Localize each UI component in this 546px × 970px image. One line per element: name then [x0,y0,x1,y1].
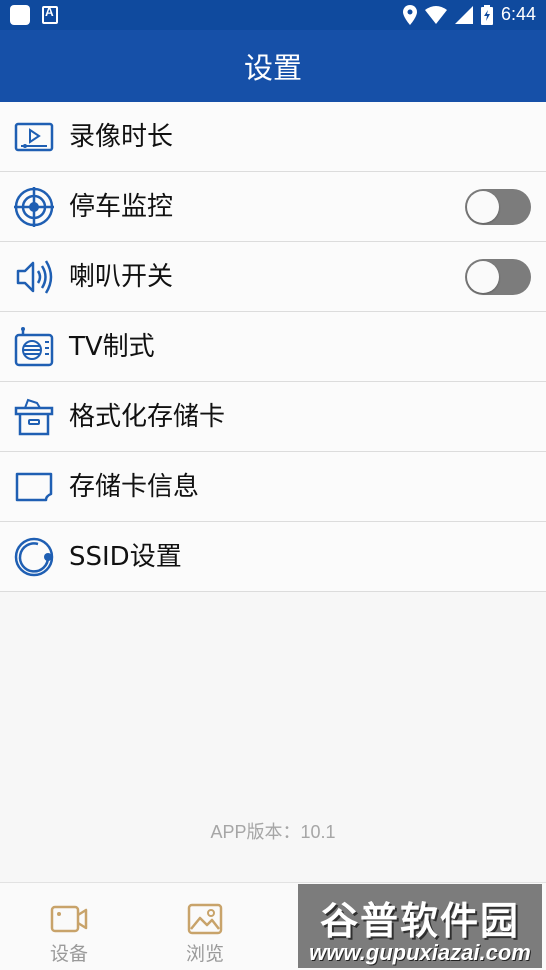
image-icon [187,903,223,935]
nav-label: 浏览 [185,943,224,965]
toggle-knob [467,191,499,223]
watermark: 谷普软件园 www.gupuxiazai.com [298,884,542,968]
box-icon [14,398,54,436]
wifi-icon [424,5,447,24]
page-title: 设置 [243,51,302,85]
ssid-icon [14,537,54,577]
app-bar: 设置 [0,30,546,102]
status-bar: 6:44 [0,0,546,30]
nav-item-device[interactable]: 设备 [19,903,119,966]
location-icon [402,4,417,25]
nav-item-browse[interactable]: 浏览 [155,903,255,966]
settings-row-tv-standard[interactable]: TV制式 [0,312,546,382]
status-time: 6:44 [500,4,536,24]
toggle-knob [467,261,499,293]
speaker-toggle[interactable] [465,259,531,295]
settings-list: 录像时长 停车监控 喇叭开关 TV制式 格式化存储卡 存储卡信息 SSID设置 [0,102,546,592]
signal-icon [454,5,473,24]
nav-label: 设备 [49,943,88,965]
settings-row-label: 存储卡信息 [69,472,200,502]
settings-row-label: 喇叭开关 [69,262,174,292]
notification-square-icon [10,5,30,25]
battery-icon [480,4,493,25]
settings-row-ssid[interactable]: SSID设置 [0,522,546,592]
watermark-title: 谷普软件园 [319,899,520,943]
tv-radio-icon [14,327,54,367]
app-version: APP版本：10.1 [210,822,336,842]
settings-row-label: SSID设置 [69,542,182,572]
watermark-url: www.gupuxiazai.com [309,940,531,965]
app-notification-icon [42,5,58,24]
settings-row-format-card[interactable]: 格式化存储卡 [0,382,546,452]
camera-icon [50,905,88,933]
settings-row-video-length[interactable]: 录像时长 [0,102,546,172]
speaker-icon [16,260,53,294]
parking-monitor-toggle[interactable] [465,189,531,225]
video-length-icon [14,122,54,152]
settings-row-label: 格式化存储卡 [69,402,226,432]
target-icon [14,187,54,227]
settings-row-label: TV制式 [69,332,155,362]
settings-row-label: 停车监控 [69,192,174,222]
settings-row-parking-monitor[interactable]: 停车监控 [0,172,546,242]
settings-row-speaker[interactable]: 喇叭开关 [0,242,546,312]
settings-row-card-info[interactable]: 存储卡信息 [0,452,546,522]
sd-card-icon [15,472,53,502]
settings-row-label: 录像时长 [69,122,174,152]
